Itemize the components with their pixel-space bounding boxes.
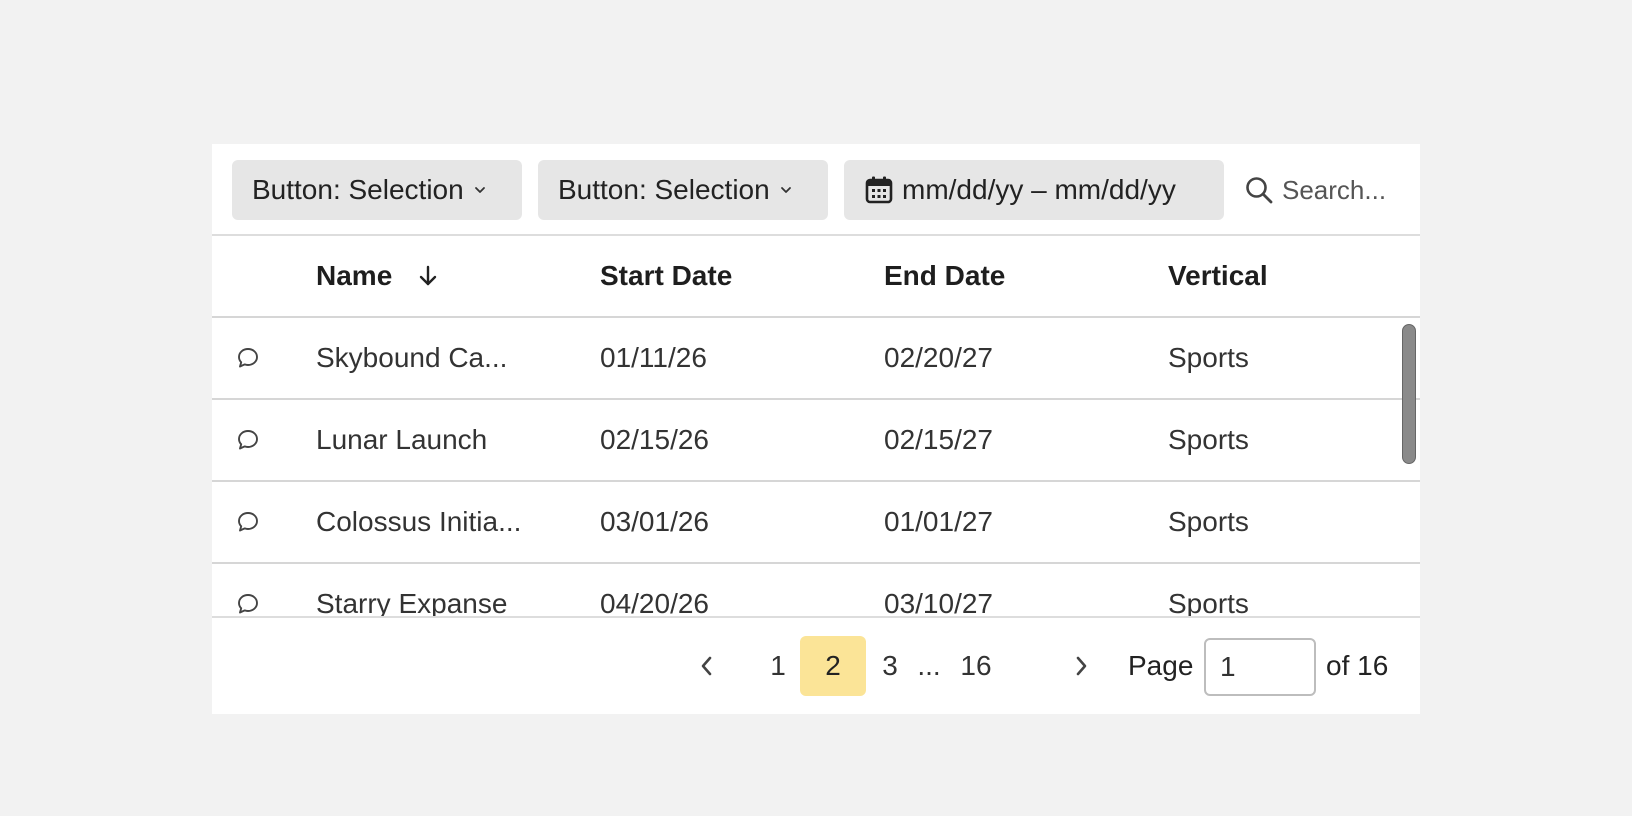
next-page-button[interactable] [1058, 636, 1106, 696]
previous-page-button[interactable] [682, 636, 730, 696]
comment-icon[interactable] [236, 318, 260, 398]
column-header-vertical[interactable]: Vertical [1168, 236, 1268, 316]
page-button-3[interactable]: 3 [866, 636, 914, 696]
column-header-start-date[interactable]: Start Date [600, 236, 732, 316]
table-row[interactable]: Skybound Ca... 01/11/26 02/20/27 Sports [212, 318, 1420, 400]
filter-selection-button-2[interactable]: Button: Selection [538, 160, 828, 220]
cell-vertical: Sports [1168, 506, 1249, 537]
page-button-2[interactable]: 2 [800, 636, 866, 696]
cell-end-date: 02/20/27 [884, 342, 993, 373]
comment-icon[interactable] [236, 482, 260, 562]
table-row[interactable]: Starry Expanse 04/20/26 03/10/27 Sports [212, 564, 1420, 618]
cell-name: Starry Expanse [316, 588, 508, 618]
cell-start-date: 03/01/26 [600, 506, 709, 537]
comment-icon[interactable] [236, 400, 260, 480]
page-number-input[interactable] [1204, 638, 1316, 696]
search-icon [1244, 175, 1274, 205]
pagination-bar: 1 2 3 ... 16 Page of 16 [212, 616, 1420, 714]
table-body: Skybound Ca... 01/11/26 02/20/27 Sports … [212, 318, 1420, 618]
table-header: Name Start Date End Date Vertical [212, 236, 1420, 318]
table-row[interactable]: Lunar Launch 02/15/26 02/15/27 Sports [212, 400, 1420, 482]
cell-vertical: Sports [1168, 424, 1249, 455]
column-header-name[interactable]: Name [316, 236, 438, 316]
search-box [1232, 160, 1420, 220]
page-ellipsis: ... [917, 650, 941, 681]
column-header-label: Vertical [1168, 260, 1268, 291]
sort-arrow-down-icon[interactable] [418, 265, 438, 287]
column-header-end-date[interactable]: End Date [884, 236, 1005, 316]
cell-start-date: 01/11/26 [600, 342, 707, 373]
cell-name: Lunar Launch [316, 424, 488, 455]
cell-vertical: Sports [1168, 588, 1249, 618]
chevron-down-icon [780, 186, 792, 194]
toolbar: Button: Selection Button: Selection mm/d… [212, 144, 1420, 236]
column-header-label: End Date [884, 260, 1006, 291]
cell-end-date: 03/10/27 [884, 588, 993, 618]
chevron-left-icon [699, 655, 713, 677]
comment-icon[interactable] [236, 564, 260, 618]
chevron-down-icon [474, 186, 486, 194]
calendar-icon [864, 175, 894, 205]
page-button-1[interactable]: 1 [756, 636, 800, 696]
cell-start-date: 02/15/26 [600, 424, 709, 455]
cell-start-date: 04/20/26 [600, 588, 709, 618]
column-header-label: Name [316, 260, 393, 291]
filter-selection-label: Button: Selection [252, 174, 464, 205]
cell-end-date: 01/01/27 [884, 506, 993, 537]
search-input[interactable] [1282, 174, 1402, 206]
table-row[interactable]: Colossus Initia... 03/01/26 01/01/27 Spo… [212, 482, 1420, 564]
filter-selection-button-1[interactable]: Button: Selection [232, 160, 522, 220]
page-button-16[interactable]: 16 [948, 636, 1004, 696]
data-table-panel: Button: Selection Button: Selection mm/d… [212, 144, 1420, 714]
vertical-scrollbar[interactable] [1402, 324, 1416, 464]
chevron-right-icon [1075, 655, 1089, 677]
cell-end-date: 02/15/27 [884, 424, 993, 455]
cell-vertical: Sports [1168, 342, 1249, 373]
filter-selection-label: Button: Selection [558, 174, 770, 205]
date-range-label: mm/dd/yy – mm/dd/yy [902, 174, 1176, 205]
page-label: Page [1128, 650, 1194, 681]
page-total-label: of 16 [1326, 650, 1389, 681]
cell-name: Colossus Initia... [316, 506, 522, 537]
date-range-picker[interactable]: mm/dd/yy – mm/dd/yy [844, 160, 1224, 220]
cell-name: Skybound Ca... [316, 342, 508, 373]
column-header-label: Start Date [600, 260, 733, 291]
